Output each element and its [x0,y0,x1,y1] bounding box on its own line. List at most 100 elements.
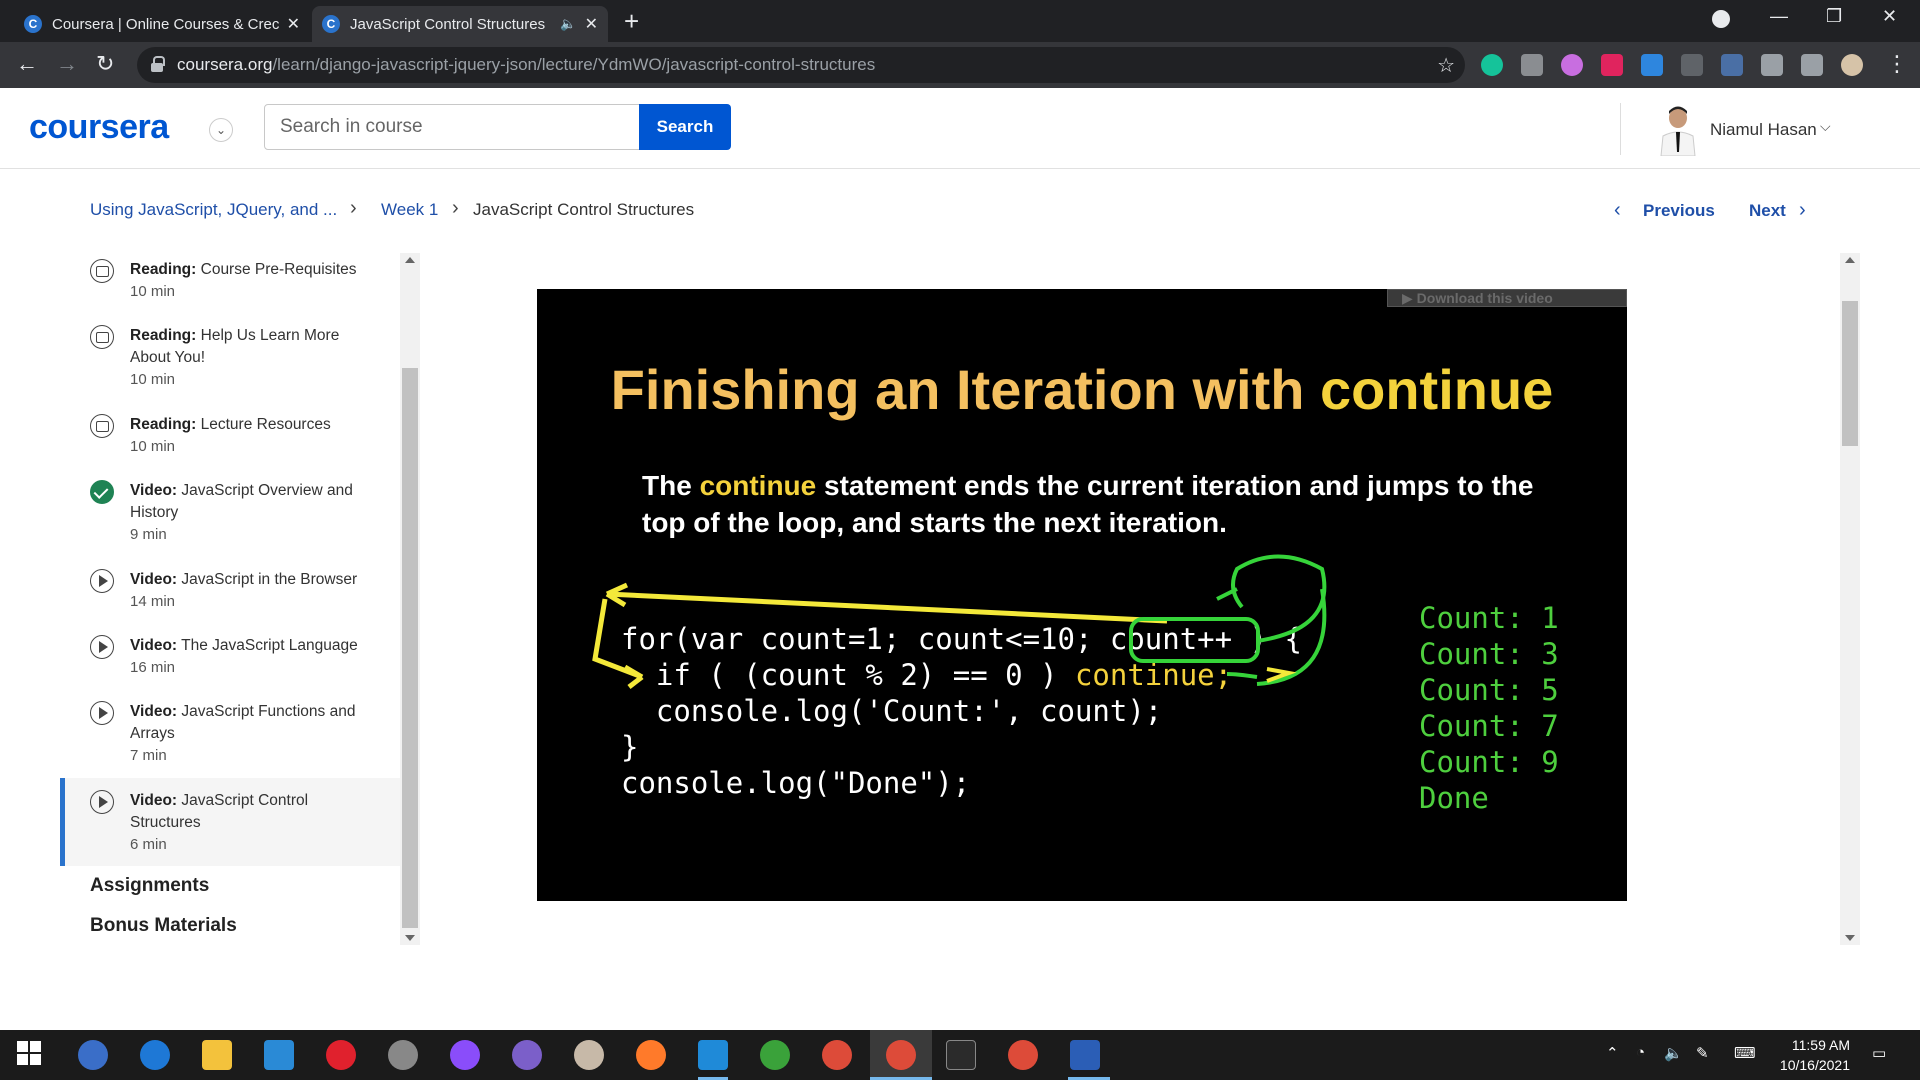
user-name[interactable]: Niamul Hasan [1710,120,1817,140]
annotation-arrows [592,554,1327,689]
next-button[interactable]: Next [1749,201,1786,221]
scroll-down-icon[interactable] [1845,935,1855,941]
breadcrumb-week[interactable]: Week 1 [381,200,438,220]
windows-taskbar: ⌃ ◔ 🔈 ✎ ⌨ 11:59 AM 10/16/2021 ▭ [0,1030,1920,1080]
sidebar-section-assignments[interactable]: Assignments [90,875,209,897]
flag-extension-icon[interactable] [1601,54,1623,76]
sidebar-item-js-functions[interactable]: Video: JavaScript Functions and Arrays 7… [60,695,400,775]
volume-icon[interactable]: 🔈 [1664,1044,1683,1062]
minimize-icon[interactable]: — [1770,6,1788,27]
globe-icon[interactable] [760,1040,790,1070]
edge-icon[interactable] [140,1040,170,1070]
github-icon[interactable] [512,1040,542,1070]
bookmark-star-icon[interactable]: ☆ [1437,53,1455,78]
window-close-icon[interactable]: ✕ [1882,6,1897,27]
header-divider [1620,103,1621,155]
item-title: Reading: Lecture Resources [130,416,331,433]
terminal-icon[interactable] [946,1040,976,1070]
vscode-icon[interactable] [698,1040,728,1070]
grammarly-extension-icon[interactable] [1481,54,1503,76]
page-scrollbar[interactable] [1840,253,1860,945]
item-title: Video: JavaScript Functions and Arrays [130,703,356,742]
coursera-header: coursera ⌄ Search in course Search Niamu… [0,88,1920,169]
pen-icon[interactable]: ✎ [1696,1044,1709,1062]
system-clock[interactable]: 11:59 AM 10/16/2021 [1780,1035,1850,1075]
puzzle-extensions-icon[interactable] [1761,54,1783,76]
item-title: Video: JavaScript in the Browser [130,571,358,588]
chevron-down-icon[interactable]: ⌄ [209,118,233,142]
chevron-right-icon[interactable]: › [1799,199,1806,222]
url-field[interactable]: coursera.org/learn/django-javascript-jqu… [137,47,1465,83]
download-extension-icon[interactable] [1641,54,1663,76]
chevron-down-icon[interactable]: ⌵ [1820,118,1831,135]
pen-extension-icon[interactable] [1721,54,1743,76]
camera-extension-icon[interactable] [1521,54,1543,76]
chrome-icon[interactable] [886,1040,916,1070]
scroll-down-icon[interactable] [405,935,415,941]
tab-coursera-home[interactable]: C Coursera | Online Courses & Crec ✕ [14,6,310,42]
chevron-left-icon[interactable]: ‹ [1614,199,1621,222]
screen-extension-icon[interactable] [1681,54,1703,76]
scroll-up-icon[interactable] [405,257,415,263]
check-circle-icon [90,480,114,504]
close-tab-icon[interactable]: ✕ [585,14,598,34]
restore-icon[interactable]: ❐ [1826,6,1842,27]
tab-javascript-control-structures[interactable]: C JavaScript Control Structures 🔈 ✕ [312,6,608,42]
browser-menu-icon[interactable]: ⋮ [1886,52,1908,76]
reading-list-icon[interactable] [1801,54,1823,76]
sidebar-item-help-us-learn[interactable]: Reading: Help Us Learn More About You! 1… [60,319,400,399]
sidebar-item-js-in-browser[interactable]: Video: JavaScript in the Browser 14 min [60,563,400,623]
scrollbar-thumb[interactable] [402,368,418,928]
opera-icon[interactable] [326,1040,356,1070]
speaker-icon[interactable]: 🔈 [560,16,576,32]
paint-icon[interactable] [574,1040,604,1070]
sidebar-item-lecture-resources[interactable]: Reading: Lecture Resources 10 min [60,408,400,468]
sidebar-item-js-overview[interactable]: Video: JavaScript Overview and History 9… [60,474,400,554]
new-tab-icon[interactable]: + [624,6,639,36]
word-icon[interactable] [1070,1040,1100,1070]
search-button[interactable]: Search [639,104,731,150]
back-icon[interactable]: ← [16,52,38,76]
inkscape-icon[interactable] [388,1040,418,1070]
search-input[interactable]: Search in course [264,104,640,150]
chevron-up-icon[interactable]: ⌃ [1606,1044,1619,1062]
browser-tab-bar: C Coursera | Online Courses & Crec ✕ C J… [0,0,1920,42]
color-extension-icon[interactable] [1561,54,1583,76]
wifi-icon[interactable]: ◔ [1636,1044,1645,1061]
chevron-right-icon: › [452,197,459,219]
chrome-icon[interactable] [1008,1040,1038,1070]
previous-button[interactable]: Previous [1643,201,1715,221]
chrome-icon[interactable] [822,1040,852,1070]
scroll-up-icon[interactable] [1845,257,1855,263]
sidebar-item-js-control-structures[interactable]: Video: JavaScript Control Structures 6 m… [60,778,400,866]
sidebar-section-bonus-materials[interactable]: Bonus Materials [90,915,237,937]
coursera-logo[interactable]: coursera [29,108,169,147]
video-player[interactable]: ▶ Download this video Finishing an Itera… [537,289,1627,901]
sidebar-scrollbar[interactable] [400,253,420,945]
item-title: Reading: Course Pre-Requisites [130,261,357,278]
qbittorrent-icon[interactable] [78,1040,108,1070]
sidebar-item-course-prerequisites[interactable]: Reading: Course Pre-Requisites 10 min [60,253,400,313]
file-explorer-icon[interactable] [202,1040,232,1070]
scrollbar-thumb[interactable] [1842,301,1858,446]
close-tab-icon[interactable]: ✕ [287,14,300,34]
keyboard-icon[interactable]: ⌨ [1734,1044,1756,1062]
profile-dropdown-icon[interactable] [1712,10,1730,28]
breadcrumb-current: JavaScript Control Structures [473,200,695,219]
user-avatar[interactable] [1655,104,1701,157]
url-host: coursera.org [177,55,273,74]
tab-title: JavaScript Control Structures [350,15,546,33]
messenger-icon[interactable] [450,1040,480,1070]
reload-icon[interactable]: ↻ [96,52,114,76]
forward-icon[interactable]: → [56,52,78,76]
mail-icon[interactable] [264,1040,294,1070]
tab-title: Coursera | Online Courses & Crec [52,15,279,33]
firefox-icon[interactable] [636,1040,666,1070]
notifications-icon[interactable]: ▭ [1872,1044,1886,1062]
profile-avatar-icon[interactable] [1841,54,1863,76]
item-title: Video: JavaScript Overview and History [130,482,353,521]
windows-start-icon[interactable] [16,1040,46,1070]
breadcrumb-course[interactable]: Using JavaScript, JQuery, and ... [90,200,337,220]
sidebar-item-js-language[interactable]: Video: The JavaScript Language 16 min [60,629,400,689]
lock-icon [151,56,165,72]
